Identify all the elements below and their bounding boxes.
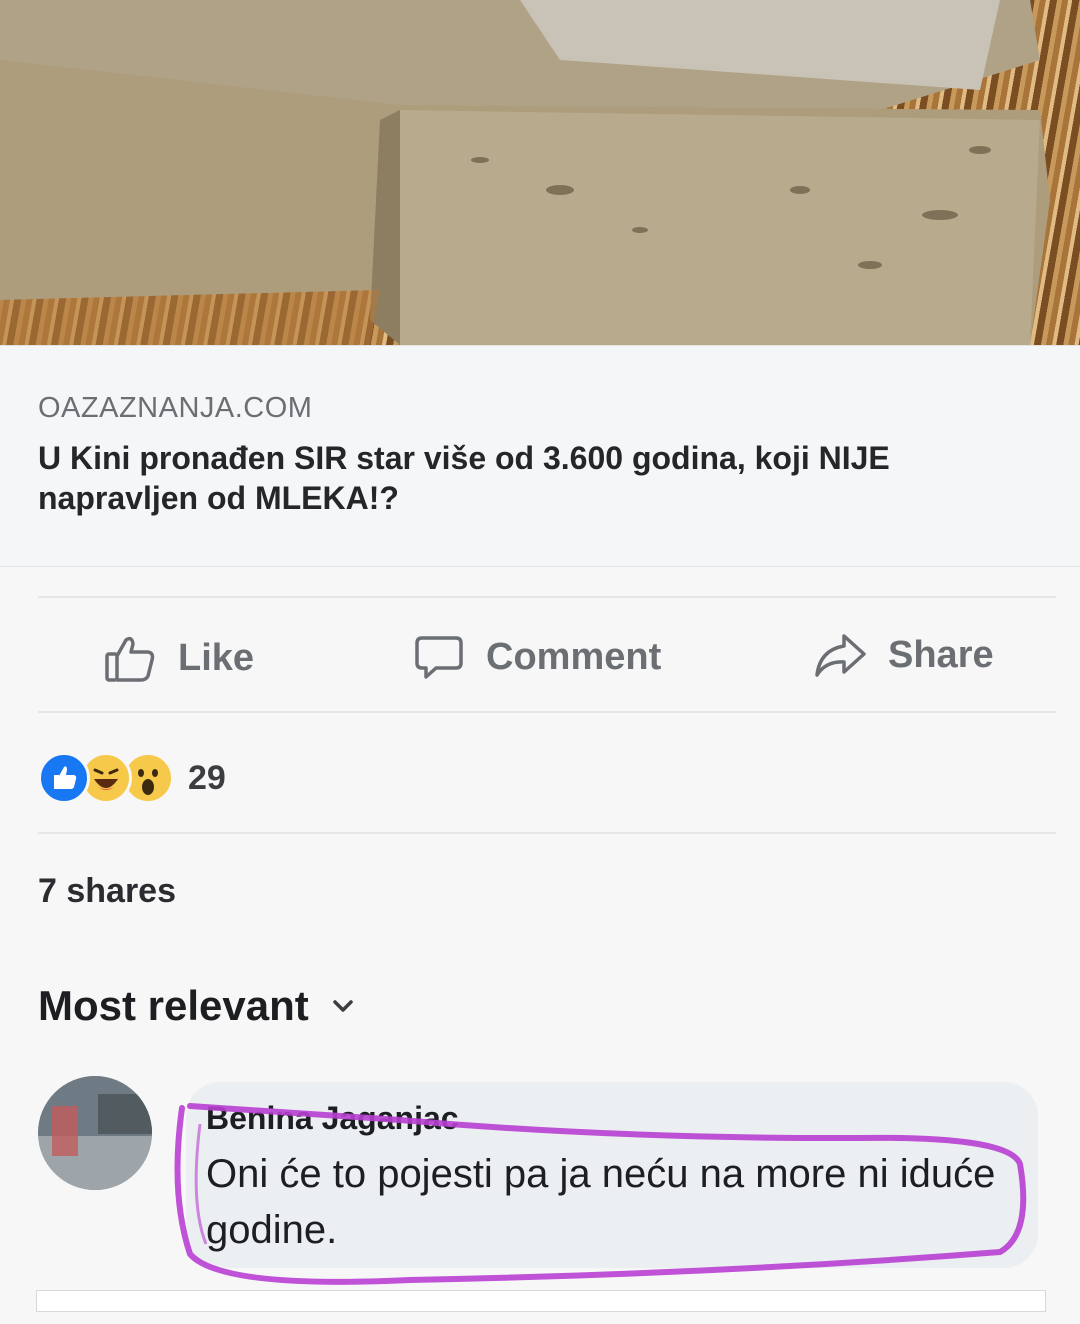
share-label: Share	[888, 633, 994, 676]
sort-label: Most relevant	[38, 982, 309, 1029]
comment-sort-dropdown[interactable]: Most relevant	[38, 982, 355, 1030]
comment-icon	[415, 636, 463, 679]
post-image-cheese[interactable]	[0, 0, 1080, 345]
comment-button[interactable]: Comment	[414, 632, 661, 682]
reactions-summary[interactable]: 29	[38, 752, 226, 804]
shares-count[interactable]: 7 shares	[38, 872, 176, 911]
comment-input-bar[interactable]	[36, 1290, 1046, 1312]
divider	[38, 832, 1056, 834]
highlight-scribble	[174, 1103, 1027, 1285]
reaction-count: 29	[188, 758, 226, 797]
like-label: Like	[178, 636, 255, 679]
like-button[interactable]: Like	[104, 632, 254, 684]
cheese-illustration	[0, 0, 1050, 345]
chevron-down-icon	[333, 1000, 353, 1012]
share-icon	[815, 634, 866, 677]
link-headline[interactable]: U Kini pronađen SIR star više od 3.600 g…	[38, 438, 1048, 518]
link-domain: OAZAZNANJA.COM	[38, 392, 313, 424]
thumbs-up-icon	[105, 636, 155, 682]
divider	[38, 596, 1056, 598]
share-button[interactable]: Share	[814, 632, 994, 678]
divider	[38, 711, 1056, 713]
avatar[interactable]	[38, 1076, 152, 1190]
like-reaction-icon	[38, 752, 90, 804]
post-actions-bar: Like Comment Share	[0, 612, 1080, 704]
comment-label: Comment	[486, 635, 662, 678]
